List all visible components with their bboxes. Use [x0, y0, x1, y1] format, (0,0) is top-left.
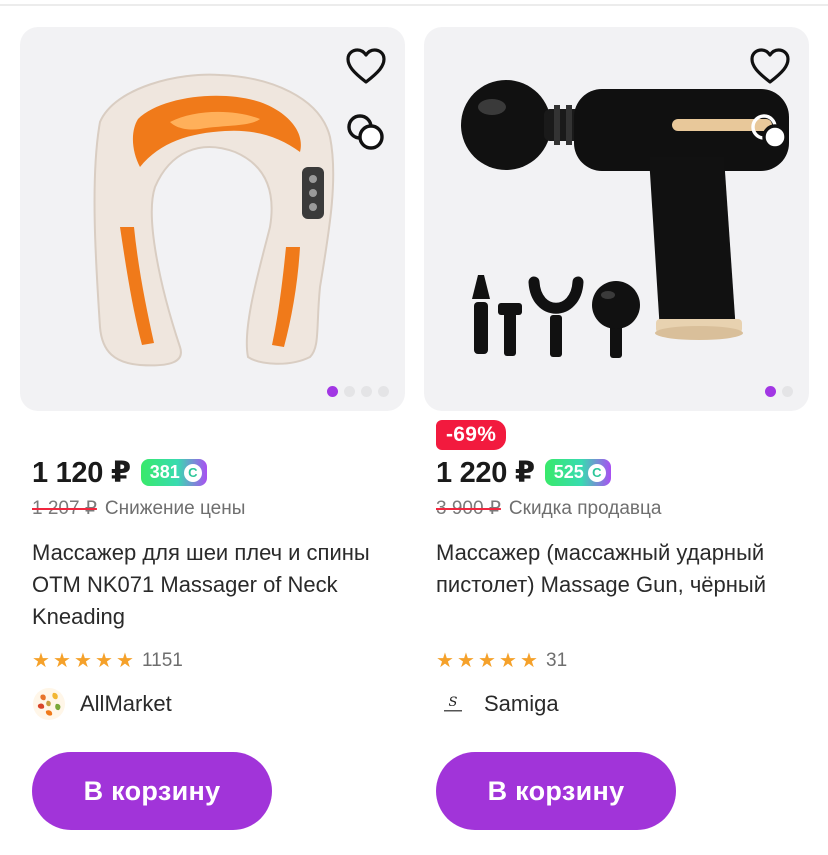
- product-card[interactable]: -69% 1 220 ₽ 525 С 3 900 ₽ Скидка продав…: [424, 27, 809, 830]
- gallery-dots: [327, 386, 389, 397]
- gallery-dot[interactable]: [378, 386, 389, 397]
- add-to-cart-button[interactable]: В корзину: [32, 752, 272, 830]
- old-price-row: 1 207 ₽ Снижение цены: [32, 497, 245, 520]
- rating[interactable]: ★ ★ ★ ★ ★ 31: [436, 650, 567, 672]
- star-icon: ★: [436, 650, 454, 672]
- bonus-coin-icon: С: [587, 463, 606, 482]
- discount-badge: -69%: [436, 420, 507, 450]
- star-icon: ★: [478, 650, 496, 672]
- compare-icon[interactable]: [749, 113, 791, 153]
- product-title[interactable]: Массажер для шеи плеч и спины OTM NK071 …: [32, 537, 402, 633]
- bonus-amount: 525: [553, 462, 584, 482]
- bonus-badge: 525 С: [544, 459, 611, 486]
- review-count: 1151: [142, 650, 183, 671]
- seller-name: AllMarket: [80, 691, 172, 716]
- rating[interactable]: ★ ★ ★ ★ ★ 1151: [32, 650, 183, 672]
- product-card[interactable]: 1 120 ₽ 381 С 1 207 ₽ Снижение цены Масс…: [20, 27, 405, 830]
- star-icon: ★: [457, 650, 475, 672]
- seller-name: Samiga: [484, 691, 559, 716]
- star-icon: ★: [32, 650, 50, 672]
- old-price: 3 900 ₽: [436, 498, 501, 519]
- star-icon: ★: [116, 650, 134, 672]
- price-note: Снижение цены: [104, 497, 246, 519]
- price: 1 120 ₽: [32, 457, 131, 489]
- seller[interactable]: AllMarket: [32, 687, 172, 721]
- gallery-dot[interactable]: [361, 386, 372, 397]
- add-to-cart-button[interactable]: В корзину: [436, 752, 676, 830]
- product-image[interactable]: [20, 27, 405, 411]
- top-divider: [0, 4, 828, 6]
- old-price-row: 3 900 ₽ Скидка продавца: [436, 497, 661, 520]
- price-row: 1 220 ₽ 525 С: [436, 455, 611, 490]
- stars: ★ ★ ★ ★ ★: [436, 651, 540, 671]
- old-price: 1 207 ₽: [32, 498, 97, 519]
- price-note: Скидка продавца: [508, 497, 662, 519]
- compare-icon[interactable]: [345, 113, 387, 153]
- product-title[interactable]: Массажер (массажный ударный пистолет) Ma…: [436, 537, 806, 601]
- bonus-badge: 381 С: [140, 459, 207, 486]
- heart-icon[interactable]: [749, 47, 791, 87]
- autumn-leaves-logo-icon: [32, 687, 66, 721]
- gallery-dot[interactable]: [765, 386, 776, 397]
- star-icon: ★: [53, 650, 71, 672]
- price: 1 220 ₽: [436, 457, 535, 489]
- review-count: 31: [546, 650, 568, 671]
- svg-text:S: S: [449, 695, 458, 710]
- gallery-dot[interactable]: [327, 386, 338, 397]
- price-row: 1 120 ₽ 381 С: [32, 455, 207, 490]
- seller[interactable]: S Samiga: [436, 687, 559, 721]
- gallery-dots: [765, 386, 793, 397]
- gallery-dot[interactable]: [782, 386, 793, 397]
- samiga-logo-icon: S: [436, 687, 470, 721]
- star-icon: ★: [499, 650, 517, 672]
- star-icon: ★: [74, 650, 92, 672]
- bonus-amount: 381: [149, 462, 180, 482]
- gallery-dot[interactable]: [344, 386, 355, 397]
- bonus-coin-icon: С: [183, 463, 202, 482]
- star-icon: ★: [95, 650, 113, 672]
- star-icon: ★: [520, 650, 538, 672]
- heart-icon[interactable]: [345, 47, 387, 87]
- stars: ★ ★ ★ ★ ★: [32, 651, 136, 671]
- product-image[interactable]: [424, 27, 809, 411]
